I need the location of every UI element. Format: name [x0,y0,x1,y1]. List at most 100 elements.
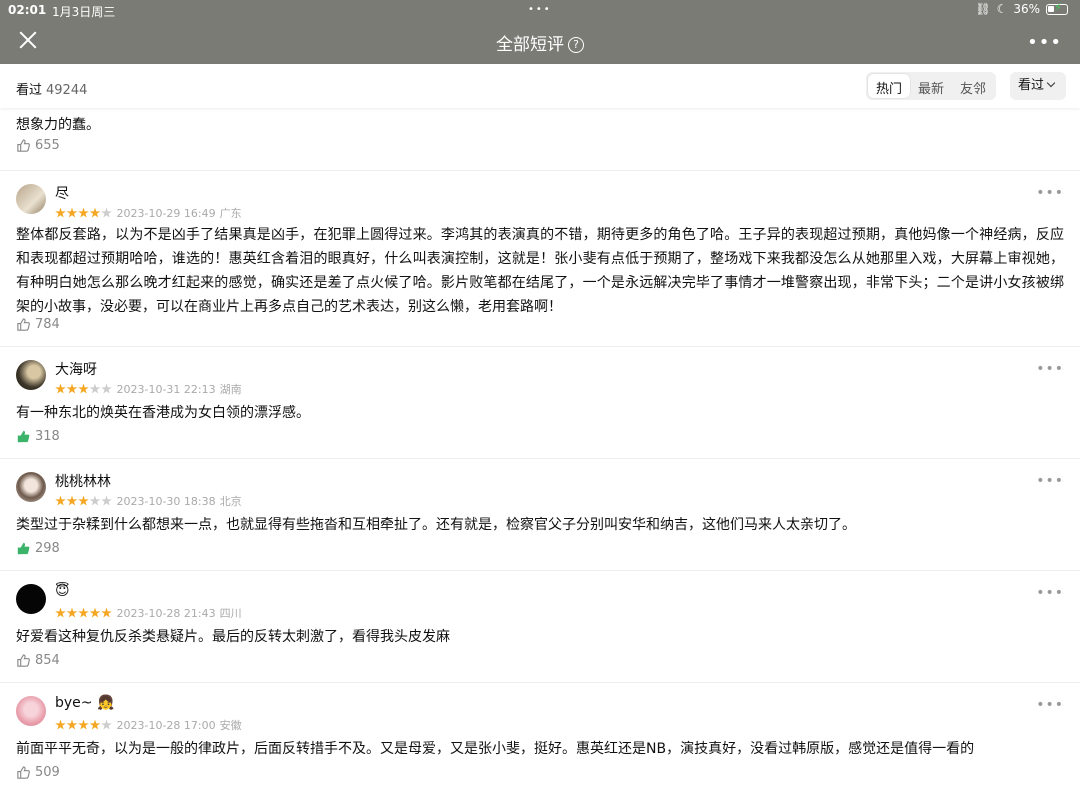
star-icon [89,383,101,394]
review-location: 安徽 [219,719,242,732]
star-icon [55,207,66,218]
star-icon [78,607,89,618]
star-icon [78,719,89,730]
review-item: 😇 2023-10-28 21:43 四川 ••• 好爱看这种复仇反杀类悬疑片。… [0,570,1080,682]
status-dropdown-label: 看过 [1018,78,1045,93]
thumb-up-icon [17,766,30,779]
status-dropdown[interactable]: 看过 [1010,72,1066,100]
review-meta: 2023-10-28 17:00 安徽 [55,717,242,733]
review-meta: 2023-10-30 18:38 北京 [55,493,242,509]
like-count: 298 [35,541,60,556]
like-count: 655 [35,138,60,153]
like-button[interactable]: 318 [16,429,60,444]
tab-friends[interactable]: 友邻 [952,74,994,98]
status-right: ⛓ ☾ 36% ⚡ [975,1,1068,16]
review-item: 桃桃林林 2023-10-30 18:38 北京 ••• 类型过于杂糅到什么都想… [0,458,1080,570]
page-title: 全部短评? [0,30,1080,55]
review-item: 大海呀 2023-10-31 22:13 湖南 ••• 有一种东北的焕英在香港成… [0,346,1080,458]
more-icon[interactable]: ••• [1036,361,1064,377]
star-icon [66,495,78,506]
star-icon [66,207,78,218]
top-bar: 02:01 1月3日周三 ••• ⛓ ☾ 36% ⚡ 全部短评? ••• [0,0,1080,64]
star-icon [101,383,112,394]
filter-bar: 看过 49244 热门 最新 友邻 看过 [0,64,1080,108]
more-icon[interactable]: ••• [1036,697,1064,713]
page-title-text: 全部短评 [496,35,564,55]
star-icon [101,495,112,506]
star-icon [66,383,78,394]
like-count: 784 [35,317,60,332]
star-icon [101,719,112,730]
like-button[interactable]: 298 [16,541,60,556]
like-button[interactable]: 655 [16,138,60,153]
seen-count-value: 49244 [46,83,88,98]
multitask-dots-icon[interactable]: ••• [528,4,552,15]
review-meta: 2023-10-29 16:49 广东 [55,205,242,221]
review-location: 四川 [219,607,242,620]
like-count: 318 [35,429,60,444]
tab-hot[interactable]: 热门 [868,74,911,98]
review-time: 2023-10-28 17:00 [116,718,216,732]
review-location: 北京 [219,495,242,508]
like-button[interactable]: 784 [16,317,60,332]
like-button[interactable]: 854 [16,653,60,668]
review-location: 广东 [219,207,242,220]
battery-icon: ⚡ [1046,1,1068,15]
review-meta: 2023-10-28 21:43 四川 [55,605,242,621]
review-text: 整体都反套路，以为不是凶手了结果真是凶手，在犯罪上圆得过来。李鸿其的表演真的不错… [16,227,1064,315]
avatar[interactable] [16,360,46,390]
thumb-up-icon [17,542,30,555]
avatar[interactable] [16,696,46,726]
review-time: 2023-10-30 18:38 [116,494,216,508]
review-time: 2023-10-28 21:43 [116,606,216,620]
star-rating [55,607,113,619]
review-text: 好爱看这种复仇反杀类悬疑片。最后的反转太刺激了，看得我头皮发麻 [16,629,450,645]
reviewer-name[interactable]: 大海呀 [55,359,97,379]
review-item: 尽 2023-10-29 16:49 广东 ••• 整体都反套路，以为不是凶手了… [0,170,1080,346]
thumb-up-icon [17,654,30,667]
star-icon [78,207,89,218]
star-icon [78,383,89,394]
status-bar: 02:01 1月3日周三 ••• ⛓ ☾ 36% ⚡ [0,0,1080,20]
link-icon: ⛓ [975,2,991,16]
like-button[interactable]: 509 [16,765,60,780]
reviewer-name[interactable]: 尽 [55,183,69,203]
star-icon [55,719,66,730]
more-icon[interactable]: ••• [1036,473,1064,489]
reviewer-name[interactable]: bye~ 👧 [55,695,114,711]
star-icon [89,719,101,730]
star-icon [78,495,89,506]
star-icon [66,607,78,618]
star-rating [55,495,113,507]
seen-label: 看过 [16,83,43,98]
status-date: 1月3日周三 [52,5,116,19]
star-icon [89,207,101,218]
reviewer-name[interactable]: 😇 [55,583,70,599]
star-icon [55,607,66,618]
like-count: 509 [35,765,60,780]
thumb-up-icon [17,139,30,152]
star-icon [101,607,112,618]
tab-latest[interactable]: 最新 [910,74,952,98]
reviewer-name[interactable]: 桃桃林林 [55,471,111,491]
avatar[interactable] [16,184,46,214]
like-count: 854 [35,653,60,668]
avatar[interactable] [16,472,46,502]
star-icon [66,719,78,730]
battery-percent: 36% [1013,2,1040,16]
more-icon[interactable]: ••• [1036,185,1064,201]
thumb-up-icon [17,430,30,443]
avatar[interactable] [16,584,46,614]
star-rating [55,719,113,731]
more-icon[interactable]: ••• [1036,585,1064,601]
chevron-down-icon [1046,78,1056,88]
review-location: 湖南 [219,383,242,396]
thumb-up-icon [17,318,30,331]
more-icon[interactable]: ••• [1027,32,1062,53]
help-icon[interactable]: ? [568,37,584,53]
review-text: 类型过于杂糅到什么都想来一点，也就显得有些拖沓和互相牵扯了。还有就是，检察官父子… [16,517,856,533]
star-icon [89,607,101,618]
star-icon [55,383,66,394]
review-text: 有一种东北的焕英在香港成为女白领的漂浮感。 [16,405,310,421]
seen-count: 看过 49244 [16,79,87,98]
